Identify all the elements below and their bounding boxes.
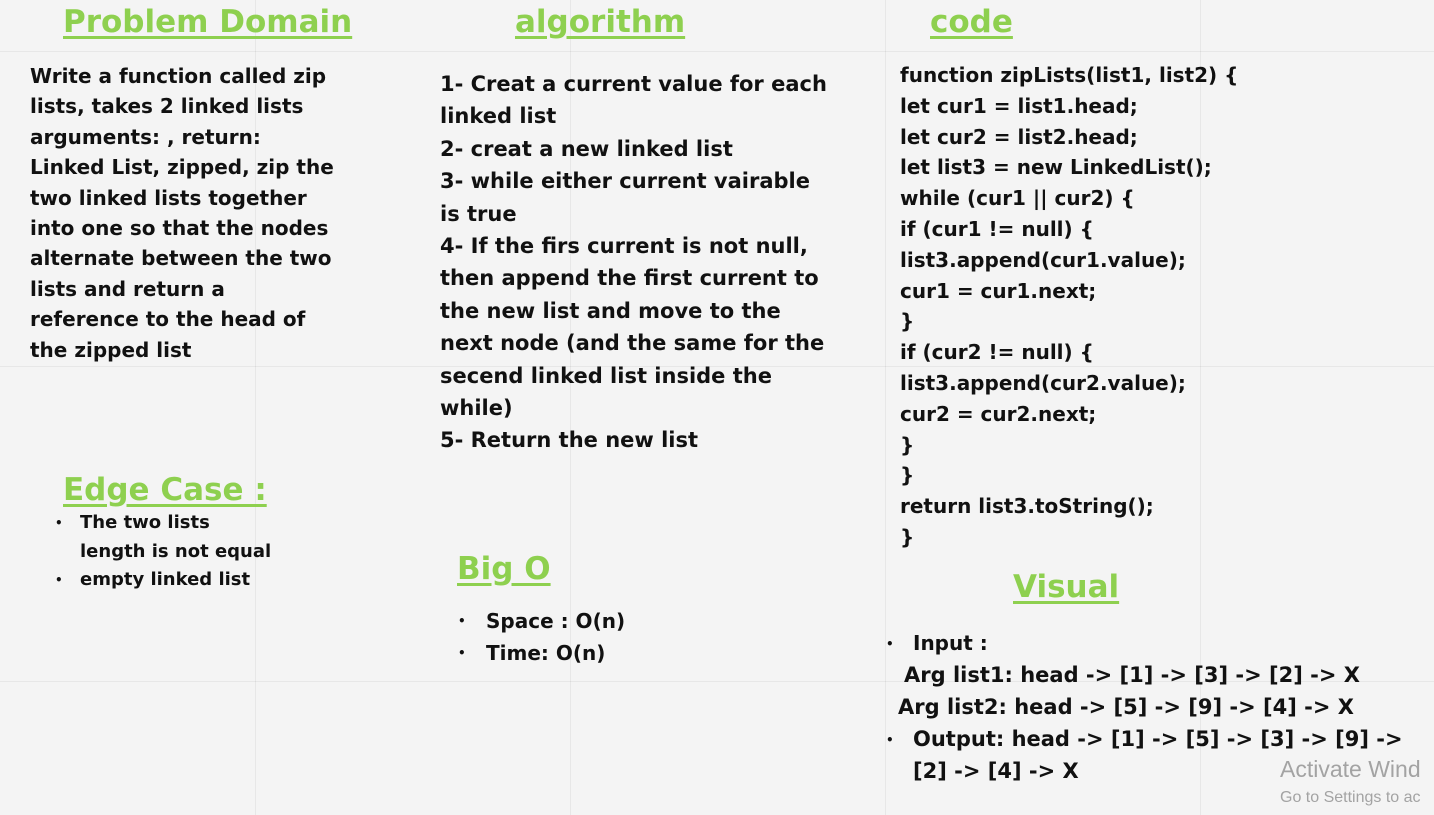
code-block: function zipLists(list1, list2) { let cu…	[900, 60, 1238, 553]
code-line: if (cur1 != null) {	[900, 216, 1094, 241]
problem-line: arguments: , return:	[30, 124, 261, 149]
code-line: }	[900, 309, 915, 334]
activate-windows-subtext: Go to Settings to ac	[1280, 789, 1421, 806]
code-heading: code	[930, 4, 1013, 40]
bullet-icon: •	[458, 646, 466, 660]
edge-case-list: • The two lists length is not equal • em…	[55, 509, 272, 595]
algorithm-line: then append the first current to	[440, 266, 819, 291]
edge-case-item: • The two lists length is not equal	[55, 509, 272, 566]
big-o-item: • Space : O(n)	[458, 605, 626, 637]
algorithm-line: 2- creat a new linked list	[440, 136, 733, 161]
big-o-list: • Space : O(n) • Time: O(n)	[458, 605, 626, 669]
code-line: if (cur2 != null) {	[900, 340, 1094, 365]
problem-domain-text: Write a function called zip lists, takes…	[30, 61, 334, 365]
big-o-space: Space : O(n)	[486, 609, 626, 633]
big-o-time: Time: O(n)	[486, 641, 606, 665]
activate-windows-watermark: Activate Wind	[1280, 756, 1421, 782]
problem-domain-heading: Problem Domain	[63, 4, 353, 40]
edge-case-line: empty linked list	[80, 569, 251, 590]
problem-line: Write a function called zip	[30, 64, 327, 88]
algorithm-line: 1- Creat a current value for each	[440, 72, 827, 96]
problem-line: reference to the head of	[30, 307, 306, 332]
edge-case-line: The two lists	[80, 512, 210, 533]
code-line: cur1 = cur1.next;	[900, 278, 1097, 303]
problem-line: two linked lists together	[30, 185, 307, 210]
algorithm-line: next node (and the same for the	[440, 331, 825, 356]
problem-line: the zipped list	[30, 337, 192, 362]
visual-input-label: Input :	[913, 631, 988, 655]
algorithm-heading: algorithm	[515, 4, 686, 40]
problem-line: Linked List, zipped, zip the	[30, 155, 334, 180]
algorithm-line: 3- while either current vairable	[440, 169, 810, 194]
code-line: }	[900, 463, 915, 488]
problem-line: lists and return a	[30, 276, 225, 301]
algorithm-line: 5- Return the new list	[440, 428, 699, 453]
bullet-icon: •	[886, 733, 894, 747]
code-line: }	[900, 524, 915, 549]
problem-line: into one so that the nodes	[30, 216, 329, 241]
edge-case-item: • empty linked list	[55, 566, 271, 595]
bullet-icon: •	[458, 614, 466, 628]
bullet-icon: •	[55, 573, 63, 587]
algorithm-line: linked list	[440, 104, 557, 129]
algorithm-line: secend linked list inside the	[440, 363, 772, 388]
code-line: cur2 = cur2.next;	[900, 401, 1097, 426]
bullet-icon: •	[886, 637, 894, 651]
code-line: let list3 = new LinkedList();	[900, 155, 1212, 180]
code-line: }	[900, 432, 915, 457]
big-o-heading: Big O	[457, 551, 551, 587]
algorithm-line: while)	[440, 396, 513, 421]
code-line: return list3.toString();	[900, 494, 1154, 519]
code-line: let cur2 = list2.head;	[900, 124, 1138, 149]
edge-case-line: length is not equal	[80, 540, 272, 562]
code-line: while (cur1 || cur2) {	[900, 186, 1135, 211]
visual-heading: Visual	[1013, 569, 1120, 605]
visual-arg-list1: Arg list1: head -> [1] -> [3] -> [2] -> …	[904, 663, 1360, 687]
algorithm-line: 4- If the firs current is not null,	[440, 234, 808, 259]
bullet-icon: •	[55, 516, 63, 530]
code-line: let cur1 = list1.head;	[900, 93, 1138, 118]
visual-arg-list2: Arg list2: head -> [5] -> [9] -> [4] -> …	[898, 695, 1354, 719]
visual-output-line: Output: head -> [1] -> [5] -> [3] -> [9]…	[913, 727, 1403, 751]
big-o-item: • Time: O(n)	[458, 637, 625, 669]
problem-line: alternate between the two	[30, 246, 332, 271]
algorithm-steps: 1- Creat a current value for each linked…	[440, 68, 827, 457]
edge-case-heading: Edge Case :	[63, 472, 267, 508]
algorithm-line: the new list and move to the	[440, 298, 781, 323]
code-line: list3.append(cur2.value);	[900, 370, 1186, 395]
code-line: list3.append(cur1.value);	[900, 247, 1186, 272]
problem-line: lists, takes 2 linked lists	[30, 94, 304, 119]
algorithm-line: is true	[440, 201, 517, 226]
code-line: function zipLists(list1, list2) {	[900, 63, 1239, 87]
